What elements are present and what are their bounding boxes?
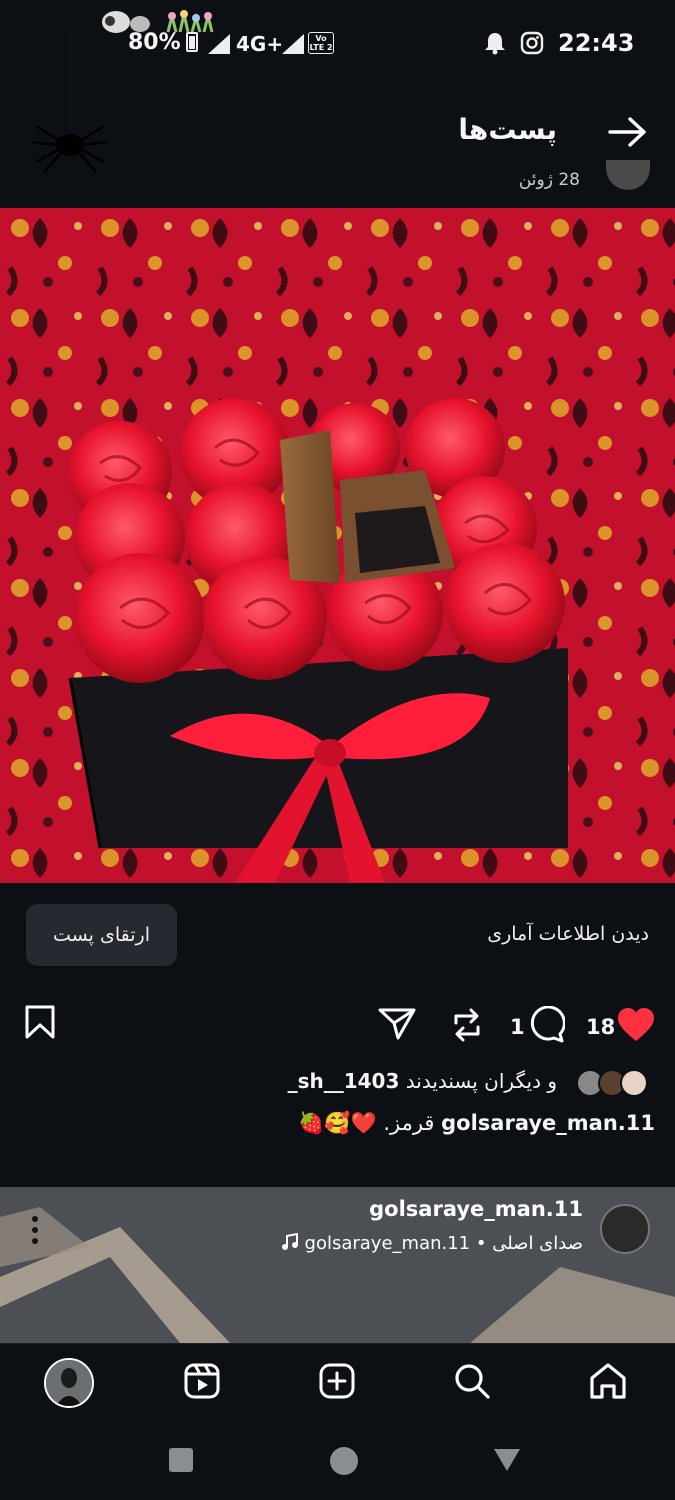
next-post-author[interactable]: golsaraye_man.11: [369, 1197, 583, 1221]
liked-by-text: و دیگران پسندیدند sh__1403_: [288, 1069, 557, 1093]
instagram-icon: [520, 31, 544, 55]
audio-label: صدای اصلی: [492, 1233, 583, 1254]
comments-count: 1: [510, 1015, 525, 1039]
avatar[interactable]: [600, 1204, 650, 1254]
avatar[interactable]: [606, 160, 650, 190]
repost-icon[interactable]: [450, 1007, 484, 1043]
caption: golsaraye_man.11 قرمز. ❤️🥰🍓: [298, 1111, 655, 1136]
music-note-icon: [281, 1232, 298, 1250]
likes-count: 18: [586, 1015, 616, 1039]
view-insights-link[interactable]: دیدن اطلاعات آماری: [487, 923, 649, 945]
search-icon[interactable]: [453, 1362, 491, 1400]
comment-icon[interactable]: [527, 1006, 565, 1044]
volte-badge: Vo LTE 2: [308, 32, 334, 54]
caption-username[interactable]: golsaraye_man.11: [441, 1111, 655, 1135]
recents-icon[interactable]: [168, 1447, 194, 1473]
page-header: پست‌ها: [0, 95, 675, 165]
alarm-bell-icon: [485, 33, 505, 55]
profile-avatar[interactable]: [44, 1358, 94, 1408]
clock: 22:43: [558, 29, 635, 57]
liked-by-suffix: و دیگران پسندیدند: [405, 1069, 557, 1093]
post-image[interactable]: [0, 208, 675, 883]
boost-post-button[interactable]: ارتقای پست: [26, 904, 177, 966]
volte-line1: Vo: [315, 34, 327, 43]
battery-level: 80%: [128, 30, 181, 55]
post-date: 28 ژوئن: [518, 170, 580, 190]
avatar: [620, 1069, 648, 1097]
post-insights-row: ارتقای پست دیدن اطلاعات آماری: [0, 895, 675, 975]
caption-row: golsaraye_man.11 قرمز. ❤️🥰🍓: [0, 1108, 675, 1144]
bookmark-icon[interactable]: [24, 1005, 56, 1039]
audio-info[interactable]: صدای اصلی • golsaraye_man.11: [281, 1232, 583, 1254]
home-button-icon[interactable]: [329, 1446, 359, 1476]
heart-icon[interactable]: [616, 1007, 656, 1043]
next-post-preview[interactable]: golsaraye_man.11 صدای اصلی • golsaraye_m…: [0, 1187, 675, 1343]
post-actions: 1 18: [0, 995, 675, 1055]
bottom-navigation: [0, 1343, 675, 1423]
back-icon[interactable]: [493, 1447, 521, 1473]
system-navigation: [0, 1423, 675, 1500]
create-icon[interactable]: [318, 1362, 356, 1400]
battery-icon: [186, 32, 198, 52]
liked-by-user: sh__1403_: [287, 1069, 400, 1093]
signal-icon: [282, 34, 304, 54]
audio-user: golsaraye_man.11: [304, 1233, 471, 1254]
caption-text: قرمز.: [383, 1111, 435, 1135]
reels-icon[interactable]: [183, 1362, 221, 1400]
avatar-image: [46, 1360, 92, 1406]
home-icon[interactable]: [588, 1362, 628, 1400]
arrow-right-icon[interactable]: [608, 116, 648, 148]
more-options-icon[interactable]: [30, 1215, 40, 1245]
liked-by-row[interactable]: و دیگران پسندیدند sh__1403_: [0, 1065, 675, 1101]
share-icon[interactable]: [378, 1007, 416, 1041]
signal-icon: [208, 34, 230, 54]
volte-line2: LTE 2: [309, 43, 333, 52]
rose-box-photo: [0, 208, 675, 883]
network-type: 4G+: [236, 32, 284, 56]
caption-emoji: ❤️🥰🍓: [298, 1111, 377, 1135]
page-title: پست‌ها: [458, 113, 557, 146]
